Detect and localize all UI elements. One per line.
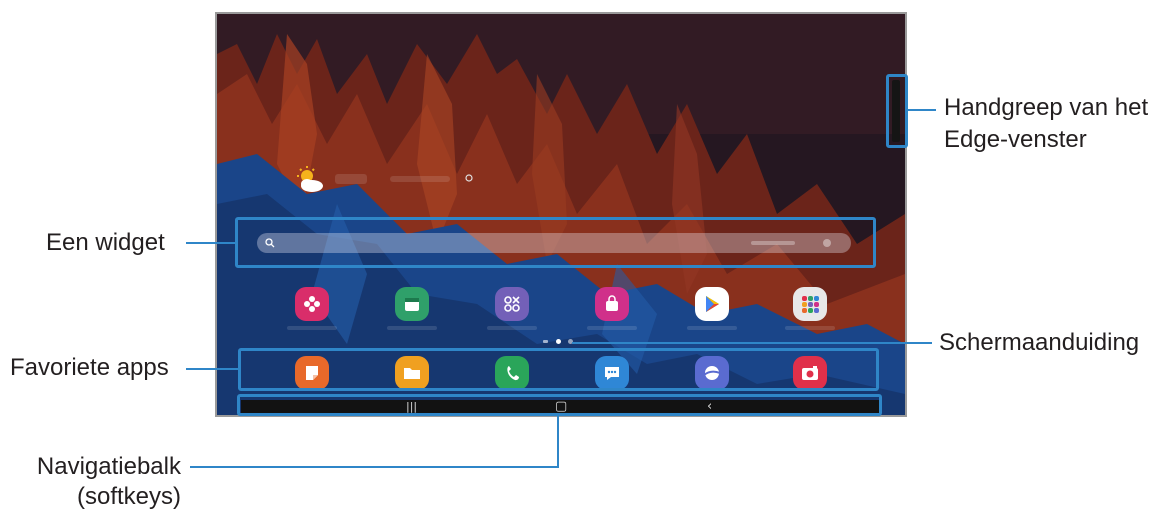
app-label-5 (687, 326, 737, 330)
navbar-leader-horizontal (190, 466, 559, 468)
widget-label: Een widget (46, 229, 165, 256)
weather-widget[interactable] (295, 166, 475, 196)
weather-location (390, 176, 450, 182)
app-icon-3[interactable] (495, 287, 529, 321)
screen-indicator-label: Schermaanduiding (939, 329, 1140, 356)
refresh-icon[interactable] (465, 174, 473, 182)
screen-indicator-leader (572, 342, 932, 344)
calendar-icon (405, 298, 419, 311)
app-label-6 (785, 326, 835, 330)
app-icon-1[interactable] (295, 287, 329, 321)
app-folder[interactable] (793, 287, 827, 321)
edge-handle-label-line-1: Handgreep van het (944, 94, 1149, 121)
app-label-2 (387, 326, 437, 330)
edge-handle-label-line-2: Edge-venster (944, 126, 1087, 153)
widget-leader (186, 242, 235, 244)
folder-icon (802, 296, 819, 313)
app-icon-2[interactable] (395, 287, 429, 321)
app-icon-4[interactable] (595, 287, 629, 321)
navigation-bar-label-line-1: Navigatiebalk (36, 453, 181, 480)
galaxy-store-bag-icon (606, 295, 618, 311)
navbar-leader-vertical (557, 416, 559, 468)
app-label-1 (287, 326, 337, 330)
edge-handle-highlight (886, 74, 908, 148)
galaxy-store-flower-icon (304, 296, 320, 312)
page-dot-1 (543, 340, 548, 343)
play-store-icon (706, 296, 719, 312)
page-dot-2 (556, 339, 561, 344)
navigation-bar-label: Navigatiebalk (softkeys) (12, 452, 181, 512)
widget-highlight (235, 217, 876, 268)
tools-icon (504, 296, 520, 312)
favorite-apps-leader (186, 368, 238, 370)
navbar-highlight (237, 394, 882, 416)
weather-temp (335, 174, 367, 184)
edge-handle-leader (908, 109, 936, 111)
partly-cloudy-icon (297, 166, 323, 192)
navigation-bar-label-line-2: (softkeys) (76, 483, 181, 510)
dock-highlight (238, 348, 879, 391)
favorite-apps-label: Favoriete apps (10, 354, 169, 381)
app-label-4 (587, 326, 637, 330)
app-icon-5[interactable] (695, 287, 729, 321)
edge-handle-label: Handgreep van het Edge-venster (944, 93, 1148, 155)
app-label-3 (487, 326, 537, 330)
